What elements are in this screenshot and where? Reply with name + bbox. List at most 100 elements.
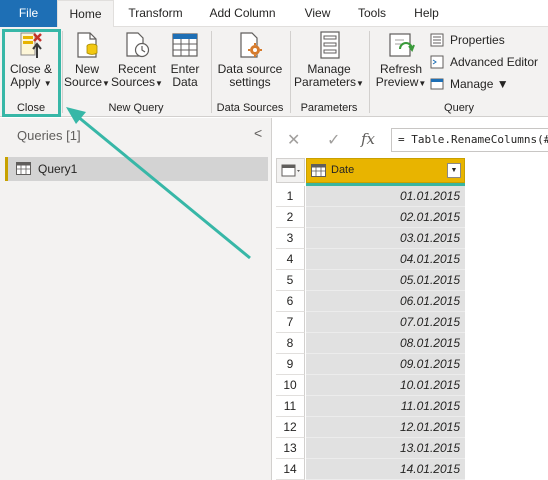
chevron-down-icon: ▼	[356, 79, 364, 88]
row-number[interactable]: 3	[276, 228, 305, 249]
date-cell[interactable]: 12.01.2015	[306, 417, 465, 438]
properties-icon	[430, 33, 444, 47]
table-row[interactable]: 2 02.01.2015	[276, 207, 465, 228]
new-query-group: New Source▼ Recent Sources▼ Enter Data N…	[63, 27, 209, 117]
tab-home[interactable]: Home	[57, 0, 114, 28]
row-number[interactable]: 11	[276, 396, 305, 417]
date-cell[interactable]: 13.01.2015	[306, 438, 465, 459]
date-cell[interactable]: 14.01.2015	[306, 459, 465, 480]
row-number[interactable]: 6	[276, 291, 305, 312]
row-number[interactable]: 4	[276, 249, 305, 270]
date-cell[interactable]: 06.01.2015	[306, 291, 465, 312]
table-row[interactable]: 13 13.01.2015	[276, 438, 465, 459]
refresh-preview-button[interactable]: Refresh Preview▼	[374, 30, 428, 90]
date-cell[interactable]: 04.01.2015	[306, 249, 465, 270]
date-cell[interactable]: 05.01.2015	[306, 270, 465, 291]
table-row[interactable]: 1 01.01.2015	[276, 186, 465, 207]
data-sources-group: Data source settings Data Sources	[212, 27, 288, 117]
chevron-down-icon: ▼	[418, 79, 427, 88]
manage-button[interactable]: Manage ▼	[430, 74, 509, 94]
power-query-editor: File Home Transform Add Column View Tool…	[0, 0, 548, 480]
cancel-icon[interactable]: ✕	[287, 130, 300, 150]
advanced-editor-button[interactable]: Advanced Editor	[430, 52, 538, 72]
data-source-settings-button[interactable]: Data source settings	[212, 30, 288, 89]
table-row[interactable]: 4 04.01.2015	[276, 249, 465, 270]
formula-input[interactable]: = Table.RenameColumns(#	[391, 128, 548, 152]
tab-transform[interactable]: Transform	[118, 0, 193, 27]
close-apply-highlight	[2, 29, 61, 117]
parameters-group: Manage Parameters▼ Parameters	[291, 27, 367, 117]
tab-file[interactable]: File	[0, 0, 57, 27]
query-group: Refresh Preview▼ Properties Advanced Edi…	[370, 27, 548, 117]
queries-pane-title: Queries [1]	[17, 128, 81, 143]
date-cell[interactable]: 01.01.2015	[306, 186, 465, 207]
manage-parameters-label-2-wrap: Parameters▼	[291, 76, 367, 90]
tab-view[interactable]: View	[295, 0, 340, 27]
confirm-icon[interactable]: ✓	[327, 130, 340, 150]
properties-button[interactable]: Properties	[430, 30, 505, 50]
table-row[interactable]: 14 14.01.2015	[276, 459, 465, 480]
data-grid: Date ▼ 1 01.01.2015 2 02.01.2015 3 03.01.2015…	[276, 158, 548, 480]
manage-parameters-label-2: Parameters	[294, 75, 357, 89]
chevron-down-icon: ▼	[102, 79, 110, 88]
table-icon	[16, 162, 31, 175]
date-cell[interactable]: 07.01.2015	[306, 312, 465, 333]
tab-help[interactable]: Help	[404, 0, 449, 27]
advanced-editor-label: Advanced Editor	[450, 55, 539, 69]
manage-parameters-button[interactable]: Manage Parameters▼	[291, 30, 367, 90]
tab-tools[interactable]: Tools	[348, 0, 396, 27]
recent-sources-icon	[126, 32, 150, 58]
enter-data-button[interactable]: Enter Data	[163, 30, 207, 89]
parameters-group-label: Parameters	[300, 102, 358, 114]
date-cell[interactable]: 02.01.2015	[306, 207, 465, 228]
row-number[interactable]: 13	[276, 438, 305, 459]
table-row[interactable]: 5 05.01.2015	[276, 270, 465, 291]
date-cell[interactable]: 10.01.2015	[306, 375, 465, 396]
table-row[interactable]: 10 10.01.2015	[276, 375, 465, 396]
column-header-date[interactable]: Date ▼	[306, 158, 465, 183]
data-source-settings-icon	[240, 32, 262, 58]
row-number[interactable]: 9	[276, 354, 305, 375]
chevron-down-icon: ▼	[155, 79, 163, 88]
fx-icon[interactable]: fx	[361, 130, 375, 148]
table-icon	[172, 33, 198, 57]
row-number[interactable]: 14	[276, 459, 305, 480]
row-number[interactable]: 1	[276, 186, 305, 207]
parameters-icon	[320, 31, 340, 59]
date-cell[interactable]: 11.01.2015	[306, 396, 465, 417]
row-number[interactable]: 2	[276, 207, 305, 228]
ribbon: Close & Apply ▼ Close New Source▼ Recent…	[0, 27, 548, 117]
query-item[interactable]: Query1	[5, 157, 268, 181]
properties-label: Properties	[450, 33, 505, 47]
collapse-pane-icon[interactable]: <	[254, 125, 262, 141]
table-row[interactable]: 11 11.01.2015	[276, 396, 465, 417]
table-row[interactable]: 6 06.01.2015	[276, 291, 465, 312]
refresh-preview-label-2: Preview	[375, 75, 419, 89]
refresh-preview-label-2-wrap: Preview▼	[374, 76, 428, 90]
table-row[interactable]: 9 09.01.2015	[276, 354, 465, 375]
row-number[interactable]: 7	[276, 312, 305, 333]
table-menu-button[interactable]	[276, 158, 305, 183]
table-row[interactable]: 12 12.01.2015	[276, 417, 465, 438]
data-source-settings-label-2: settings	[229, 75, 271, 89]
new-source-label-2-wrap: Source▼	[63, 76, 111, 90]
row-number[interactable]: 10	[276, 375, 305, 396]
tab-add-column[interactable]: Add Column	[200, 0, 285, 27]
date-cell[interactable]: 03.01.2015	[306, 228, 465, 249]
manage-icon	[430, 78, 444, 90]
advanced-editor-icon	[430, 55, 444, 69]
date-cell[interactable]: 08.01.2015	[306, 333, 465, 354]
table-row[interactable]: 8 08.01.2015	[276, 333, 465, 354]
row-number[interactable]: 12	[276, 417, 305, 438]
recent-sources-button[interactable]: Recent Sources▼	[111, 30, 163, 90]
date-cell[interactable]: 09.01.2015	[306, 354, 465, 375]
date-type-icon[interactable]	[311, 164, 326, 177]
new-source-button[interactable]: New Source▼	[63, 30, 111, 90]
row-number[interactable]: 5	[276, 270, 305, 291]
data-sources-group-label: Data Sources	[216, 102, 284, 114]
table-row[interactable]: 3 03.01.2015	[276, 228, 465, 249]
row-number[interactable]: 8	[276, 333, 305, 354]
column-filter-dropdown[interactable]: ▼	[447, 163, 461, 178]
table-row[interactable]: 7 07.01.2015	[276, 312, 465, 333]
recent-sources-label-2-wrap: Sources▼	[111, 76, 163, 90]
